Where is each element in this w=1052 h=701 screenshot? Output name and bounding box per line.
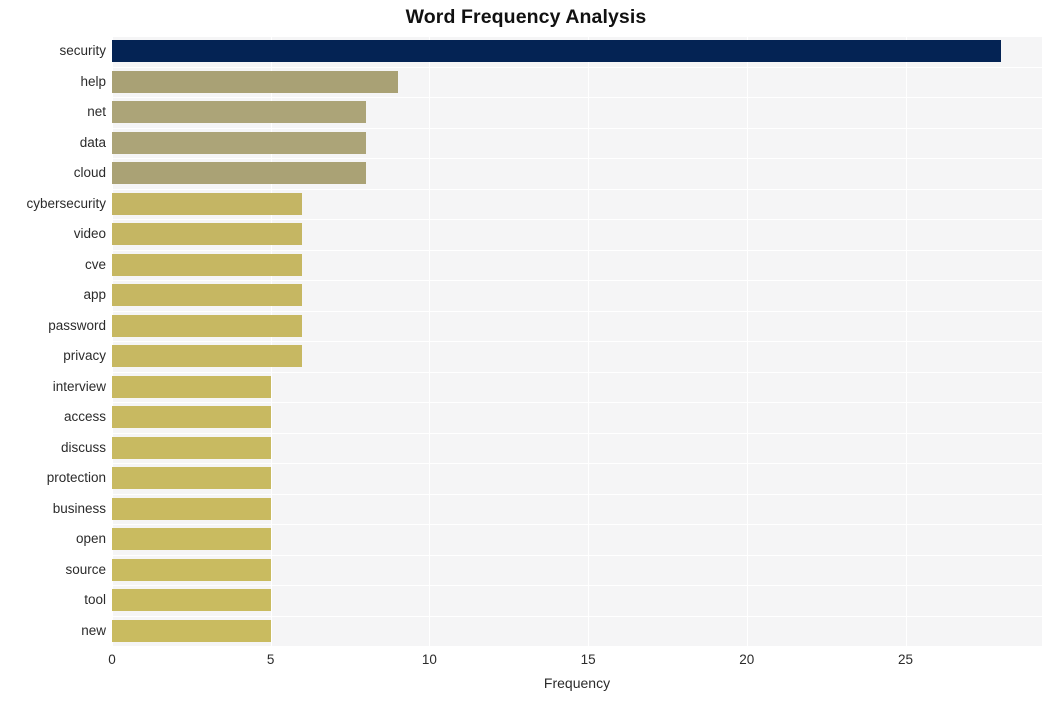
gridline-horizontal [112,555,1042,556]
x-tick-label-15: 15 [580,652,596,667]
bar-business [112,497,271,520]
y-tick-label-cve: cve [84,256,106,272]
bar-tool [112,589,271,612]
y-tick-label-help: help [80,73,106,89]
gridline-horizontal [112,616,1042,617]
bar-security [112,40,1001,63]
y-tick-label-discuss: discuss [60,439,106,455]
gridline-horizontal [112,128,1042,129]
gridline-horizontal [112,97,1042,98]
gridline-horizontal [112,341,1042,342]
chart-title: Word Frequency Analysis [405,6,647,28]
y-tick-label-password: password [48,317,106,333]
gridline-horizontal [112,189,1042,190]
bar-new [112,619,271,642]
gridline-horizontal [112,372,1042,373]
gridline-horizontal [112,36,1042,37]
x-tick-label-20: 20 [739,652,755,667]
x-tick-label-25: 25 [897,652,914,667]
bar-video [112,223,303,246]
bar-privacy [112,345,303,368]
bar-net [112,101,366,124]
bar-password [112,314,303,337]
bar-access [112,406,271,429]
bar-protection [112,467,271,490]
plot-area [112,36,1042,646]
x-tick-label-10: 10 [421,652,437,667]
y-axis-tick-labels: security help net data cloud cybersecurity vid… [0,36,106,646]
gridline-horizontal [112,158,1042,159]
y-tick-label-app: app [83,287,106,303]
y-tick-label-cloud: cloud [73,165,106,181]
gridline-horizontal [112,311,1042,312]
x-tick-label-0: 0 [108,652,116,667]
bar-data [112,131,366,154]
gridline-horizontal [112,67,1042,68]
bar-open [112,528,271,551]
y-tick-label-new: new [81,622,106,638]
gridline-vertical [588,36,590,646]
gridline-horizontal [112,494,1042,495]
y-tick-label-access: access [63,409,106,425]
bar-discuss [112,436,271,459]
y-tick-label-interview: interview [52,378,106,394]
gridline-horizontal [112,463,1042,464]
y-tick-label-open: open [75,531,106,547]
gridline-vertical [746,36,748,646]
gridline-horizontal [112,280,1042,281]
y-tick-label-security: security [59,43,106,59]
gridline-vertical [905,36,907,646]
bar-cybersecurity [112,192,303,215]
y-tick-label-cybersecurity: cybersecurity [26,195,106,211]
bar-source [112,558,271,581]
x-axis-label: Frequency [543,675,611,691]
gridline-horizontal [112,585,1042,586]
y-tick-label-video: video [73,226,106,242]
gridline-vertical [429,36,431,646]
bar-cloud [112,162,366,185]
word-frequency-bar-chart: Word Frequency Analysis security help net d… [0,0,1052,701]
y-tick-label-privacy: privacy [63,348,106,364]
gridline-vertical [112,36,113,646]
bar-help [112,70,398,93]
gridline-vertical [270,36,272,646]
bar-cve [112,253,303,276]
bar-interview [112,375,271,398]
y-tick-label-tool: tool [84,592,106,608]
y-tick-label-data: data [79,134,106,150]
x-axis-tick-labels: 0 5 10 15 20 25 [0,652,1052,672]
gridline-horizontal [112,402,1042,403]
x-tick-label-5: 5 [266,652,275,667]
gridline-horizontal [112,524,1042,525]
y-tick-label-business: business [52,500,106,516]
bar-app [112,284,303,307]
gridline-horizontal [112,219,1042,220]
y-tick-label-source: source [65,561,106,577]
y-tick-label-protection: protection [46,470,106,486]
gridline-horizontal [112,433,1042,434]
gridline-horizontal [112,250,1042,251]
y-tick-label-net: net [87,104,106,120]
